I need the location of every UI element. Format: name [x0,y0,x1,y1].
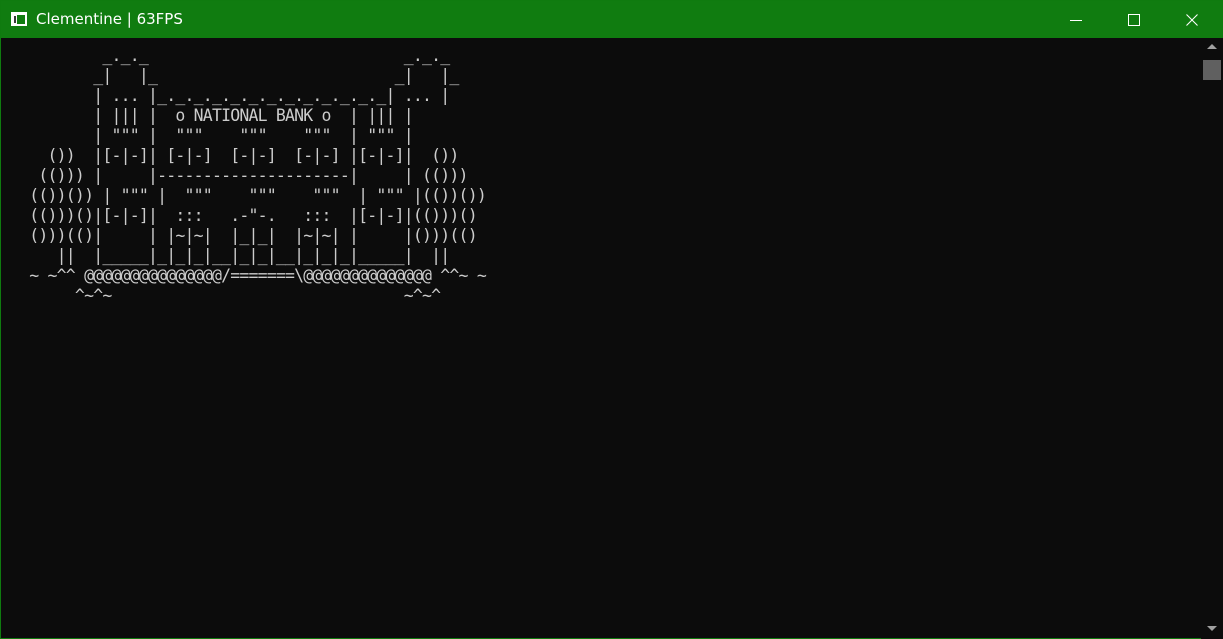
close-icon [1186,13,1198,26]
art-line: ^~^~ ~^~^ [11,286,441,305]
art-line: _| |_ _| |_ [11,66,459,85]
art-line: ()))(()| | |~|~| |_|_| |~|~| | |()))(() [11,226,477,245]
art-line: ()) |[-|-]| [-|-] [-|-] [-|-] |[-|-]| ()… [11,146,460,165]
minimize-button[interactable] [1047,1,1105,38]
console-window-icon [11,12,27,26]
art-line: | """ | """ """ """ | """ | [11,126,413,145]
title-bar[interactable]: Clementine | 63FPS [1,1,1222,38]
art-line: (()))()|[-|-]| ::: .-"-. ::: |[-|-]|(())… [11,206,477,225]
bank-ascii-art: _._._ _._._ _| |_ _| |_ | ... |_._._._._… [11,46,487,306]
close-button[interactable] [1163,1,1221,38]
maximize-button[interactable] [1105,1,1163,38]
scroll-down-arrow-icon[interactable] [1207,626,1217,631]
window-title: Clementine | 63FPS [36,10,183,28]
art-line: _._._ _._._ [11,46,450,65]
console-window: Clementine | 63FPS _._._ _._._ _| |_ _| … [0,0,1223,639]
scroll-up-arrow-icon[interactable] [1207,44,1217,49]
art-line: (())) | |---------------------| | (())) [11,166,468,185]
console-output-area[interactable]: _._._ _._._ _| |_ _| |_ | ... |_._._._._… [2,38,1201,638]
art-line: (())()) | """ | """ """ """ | """ |(())(… [11,186,487,205]
art-line: || |_____|_|_|_|__|_|_|__|_|_|_|_____| |… [11,246,451,265]
art-line: | ||| | o NATIONAL BANK o | ||| | [11,106,413,125]
maximize-icon [1128,13,1140,26]
art-line: | ... |_._._._._._._._._._._._._| ... | [11,86,450,105]
scroll-thumb[interactable] [1203,60,1221,80]
vertical-scrollbar[interactable] [1201,38,1223,639]
minimize-icon [1070,19,1082,21]
art-line: ~ ~^^ @@@@@@@@@@@@@@@/=======\@@@@@@@@@@… [11,266,487,285]
